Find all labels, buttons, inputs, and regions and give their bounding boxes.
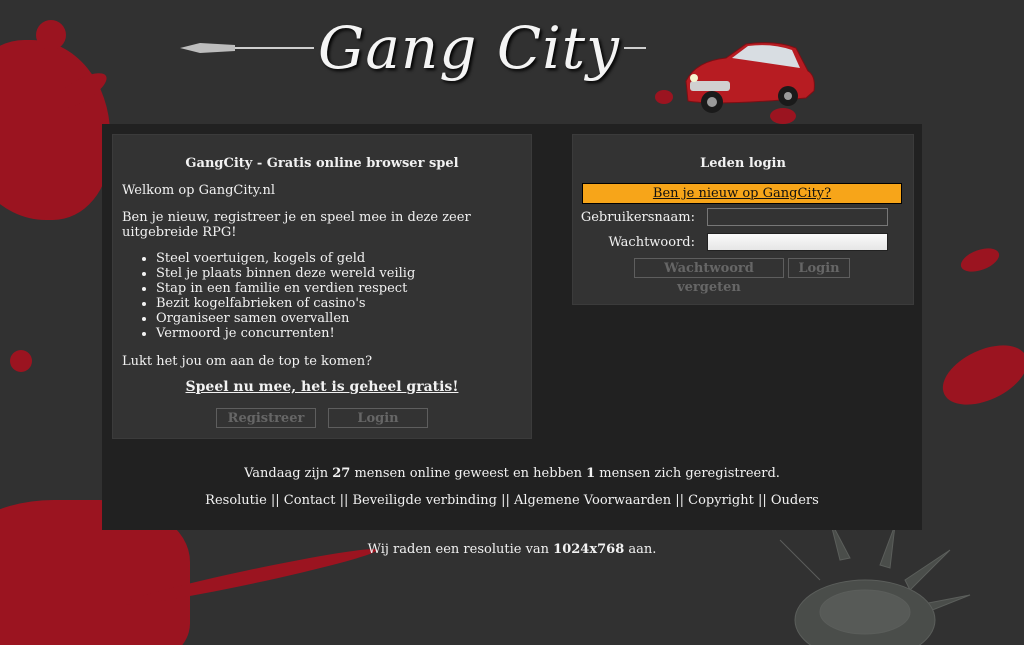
feature-item: Steel voertuigen, kogels of geld (156, 251, 415, 266)
stats-suffix: mensen zich geregistreerd. (595, 466, 780, 481)
feature-item: Stel je plaats binnen deze wereld veilig (156, 266, 415, 281)
username-label: Gebruikersnaam: (580, 210, 695, 225)
play-now-link[interactable]: Speel nu mee, het is geheel gratis! (112, 379, 532, 395)
footer-separator: || (335, 493, 353, 508)
new-user-link[interactable]: Ben je nieuw op GangCity? (582, 183, 902, 204)
intro-title: GangCity - Gratis online browser spel (185, 156, 459, 171)
footer-links: Resolutie || Contact || Beveiligde verbi… (102, 493, 922, 508)
login-button[interactable]: Login (788, 258, 850, 278)
feature-item: Bezit kogelfabrieken of casino's (156, 296, 415, 311)
intro-login-button[interactable]: Login (328, 408, 428, 428)
footer-link-contact[interactable]: Contact (284, 493, 336, 508)
main-container: GangCity - Gratis online browser spel We… (102, 124, 922, 530)
stats-middle: mensen online geweest en hebben (350, 466, 587, 481)
site-header: Gang City (0, 0, 1024, 124)
blood-splatter (10, 350, 32, 372)
feature-item: Organiseer samen overvallen (156, 311, 415, 326)
resolution-suffix: aan. (624, 542, 657, 557)
stats-prefix: Vandaag zijn (244, 466, 333, 481)
footer-link-secure-connection[interactable]: Beveiligde verbinding (352, 493, 497, 508)
red-car-icon (685, 42, 815, 113)
password-input[interactable] (707, 233, 888, 251)
blood-splatter (957, 243, 1003, 277)
bullet-icon (180, 43, 235, 53)
footer-separator: || (266, 493, 284, 508)
feature-list: Steel voertuigen, kogels of geld Stel je… (122, 251, 415, 341)
forgot-password-button[interactable]: Wachtwoord vergeten (634, 258, 784, 295)
intro-description: Ben je nieuw, registreer je en speel mee… (122, 210, 471, 240)
resolution-note: Wij raden een resolutie van 1024x768 aan… (0, 542, 1024, 557)
login-title: Leden login (700, 156, 786, 171)
footer-separator: || (671, 493, 689, 508)
online-stats: Vandaag zijn 27 mensen online geweest en… (102, 466, 922, 481)
password-label: Wachtwoord: (608, 235, 695, 250)
footer-link-parents[interactable]: Ouders (771, 493, 819, 508)
site-logo[interactable]: Gang City (318, 14, 620, 82)
footer-link-resolutie[interactable]: Resolutie (205, 493, 267, 508)
feature-item: Vermoord je concurrenten! (156, 326, 415, 341)
footer-separator: || (496, 493, 515, 508)
intro-panel: GangCity - Gratis online browser spel We… (112, 134, 532, 439)
online-count: 27 (332, 466, 351, 481)
footer-link-copyright[interactable]: Copyright (688, 493, 754, 508)
statue-of-liberty-icon (779, 520, 971, 645)
welcome-text: Welkom op GangCity.nl (122, 183, 276, 198)
register-button[interactable]: Registreer (216, 408, 316, 428)
blood-splatter (933, 333, 1024, 417)
footer-separator: || (753, 493, 771, 508)
footer-link-terms[interactable]: Algemene Voorwaarden (514, 493, 671, 508)
feature-item: Stap in een familie en verdien respect (156, 281, 415, 296)
resolution-prefix: Wij raden een resolutie van (367, 542, 554, 557)
top-question: Lukt het jou om aan de top te komen? (122, 354, 373, 369)
resolution-value: 1024x768 (553, 542, 625, 557)
login-panel: Leden login Ben je nieuw op GangCity? Ge… (572, 134, 914, 305)
logo-line-right (624, 47, 646, 49)
registered-count: 1 (586, 466, 596, 481)
username-input[interactable] (707, 208, 888, 226)
